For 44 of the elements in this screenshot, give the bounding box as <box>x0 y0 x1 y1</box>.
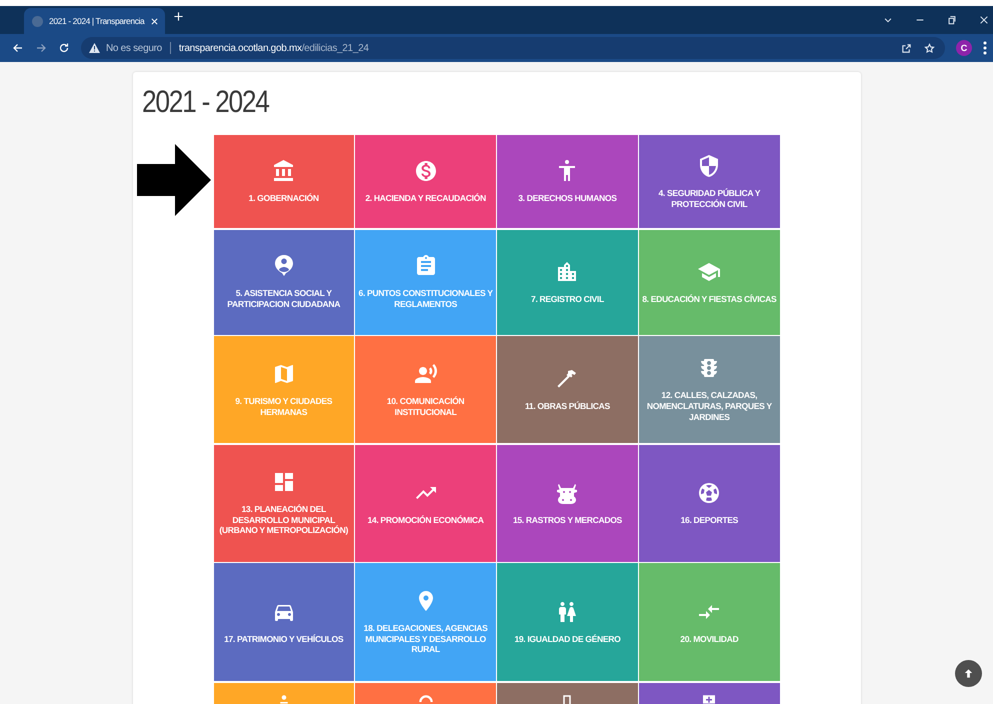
scroll-to-top-button[interactable] <box>955 660 982 687</box>
category-tile[interactable]: 13. PLANEACIÓN DEL DESARROLLO MUNICIPAL (URBANO Y METROPOLIZACIÓN) <box>214 444 354 562</box>
warning-icon <box>89 43 100 53</box>
category-tile[interactable]: 14. PROMOCIÓN ECONÓMICA <box>355 444 496 562</box>
category-tile[interactable]: 3. DERECHOS HUMANOS <box>497 135 638 228</box>
share-icon <box>901 42 912 54</box>
category-tile[interactable]: 11. OBRAS PÚBLICAS <box>497 336 638 443</box>
category-tile[interactable]: 19. IGUALDAD DE GÉNERO <box>497 563 638 681</box>
url-path: /edilicias_21_24 <box>302 42 369 54</box>
category-tile[interactable]: 4. SEGURIDAD PÚBLICA Y PROTECCIÓN CIVIL <box>639 135 780 228</box>
person-speaking-icon <box>414 362 438 386</box>
menu-icon[interactable] <box>983 41 987 55</box>
reload-icon <box>58 42 70 54</box>
dollar-coin-icon <box>414 159 438 184</box>
columns-building-icon <box>272 159 296 184</box>
profile-avatar[interactable]: C <box>956 40 972 56</box>
close-icon <box>150 16 160 26</box>
category-tile[interactable]: 15. RASTROS Y MERCADOS <box>497 444 638 562</box>
category-tile[interactable]: 18. DELEGACIONES, AGENCIAS MUNICIPALES Y DESARROLLO RURAL <box>355 563 496 681</box>
category-tile[interactable]: 9. TURISMO Y CIUDADES HERMANAS <box>214 336 354 443</box>
restore-icon <box>947 15 957 25</box>
category-tile[interactable]: 10. COMUNICACIÓN INSTITUCIONAL <box>355 336 496 443</box>
close-icon <box>979 15 989 25</box>
pointing-arrow-icon <box>136 144 210 216</box>
url-host: transparencia.ocotlan.gob.mx <box>178 42 302 54</box>
category-tile[interactable]: 12. CALLES, CALZADAS, NOMENCLATURAS, PARQUES Y JARDINES <box>639 336 780 443</box>
security-label: No es seguro <box>106 42 162 54</box>
browser-tab[interactable]: 2021 - 2024 | Transparencia <box>24 8 165 34</box>
category-tile[interactable]: 16. DEPORTES <box>639 444 780 562</box>
category-tile[interactable]: 17. PATRIMONIO Y VEHÍCULOS <box>214 563 354 681</box>
up-arrow-icon <box>963 668 974 679</box>
category-tile[interactable]: 6. PUNTOS CONSTITUCIONALES Y REGLAMENTOS <box>355 230 496 334</box>
star-icon <box>924 42 935 54</box>
category-tile[interactable]: 2. HACIENDA Y RECAUDACIÓN <box>355 135 496 228</box>
category-tile[interactable]: 1. GOBERNACIÓN <box>214 135 354 228</box>
category-tile[interactable]: 5. ASISTENCIA SOCIAL Y PARTICIPACION CIUDADANA <box>214 230 354 334</box>
category-tile[interactable]: 7. REGISTRO CIVIL <box>497 230 638 334</box>
address-bar[interactable]: No es seguro transparencia.ocotlan.gob.mx/edilicias_21_24 <box>81 37 945 59</box>
page-title: 2021 - 2024 <box>142 84 268 120</box>
category-tile[interactable]: 20. MOVILIDAD <box>639 563 780 681</box>
plus-icon <box>173 11 184 22</box>
category-tile[interactable]: 8. EDUCACIÓN Y FIESTAS CÍVICAS <box>639 230 780 334</box>
forward-arrow-icon <box>35 42 47 54</box>
back-arrow-icon <box>12 42 24 54</box>
